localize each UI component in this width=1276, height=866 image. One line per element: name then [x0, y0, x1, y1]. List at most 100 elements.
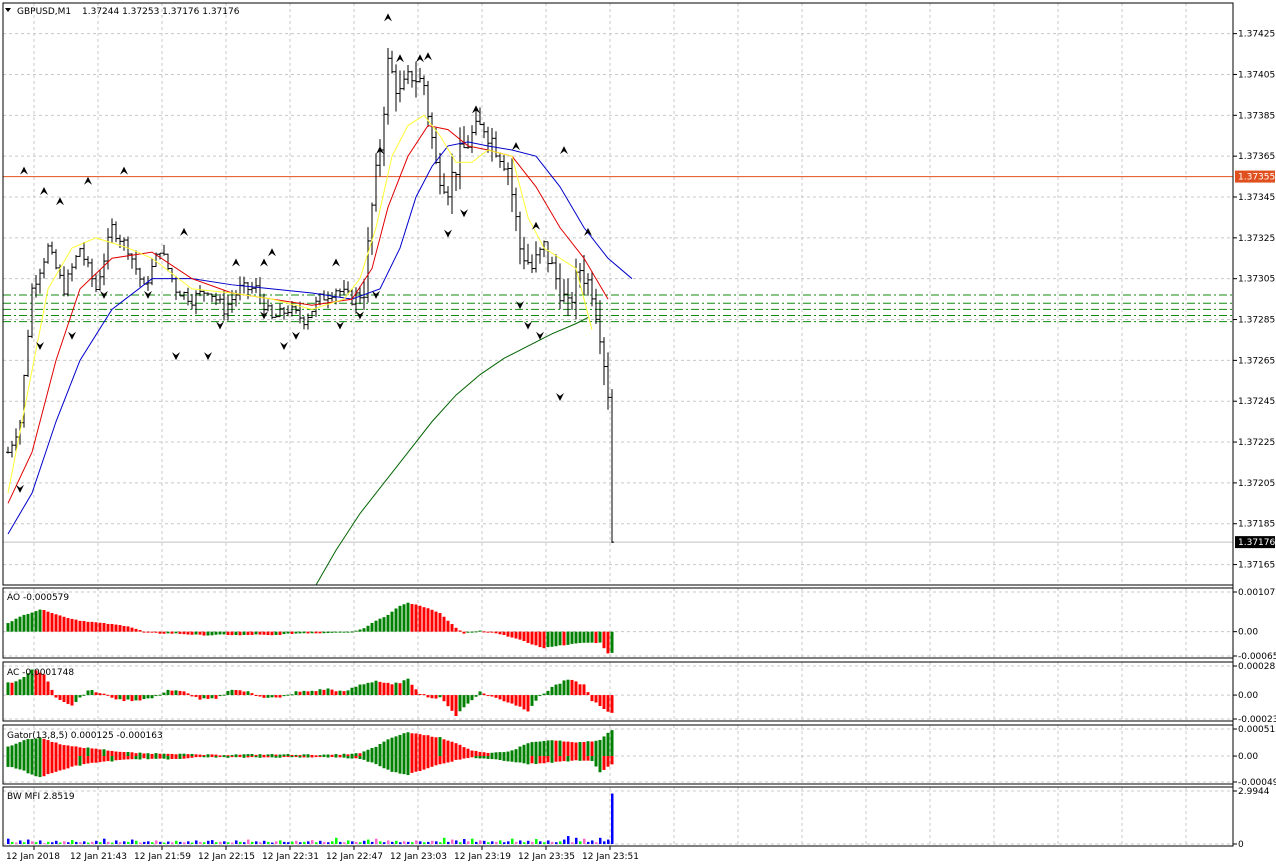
gator-upper-bar [310, 755, 314, 757]
gator-lower-bar [590, 756, 594, 762]
gator-lower-bar [338, 756, 342, 758]
gator-upper-bar [82, 748, 86, 757]
ac-bar [510, 695, 514, 704]
chart-header: GBPUSD,M1 1.37244 1.37253 1.37176 1.3717… [5, 7, 240, 17]
gator-upper-bar [54, 742, 58, 757]
mfi-bar [447, 841, 450, 844]
gator-upper-bar [610, 730, 614, 757]
ao-bar [390, 611, 394, 632]
ac-bar [574, 681, 578, 696]
gator-upper-bar [546, 740, 550, 757]
mfi-bar [31, 841, 34, 844]
ac-bar [206, 695, 210, 699]
ac-bar [150, 695, 154, 699]
gator-upper-bar [62, 745, 66, 757]
ac-bar [310, 690, 314, 696]
gator-lower-bar [238, 756, 242, 758]
x-tick-label: 12 Jan 23:35 [518, 852, 575, 862]
ac-bar [22, 677, 26, 696]
ohlc-bar [74, 255, 78, 270]
ac-bar [354, 686, 358, 696]
gator-lower-bar [70, 756, 74, 767]
ac-bar [406, 678, 410, 696]
mfi-bar [423, 842, 426, 844]
gator-lower-bar [482, 756, 486, 759]
gator-lower-bar [50, 756, 54, 774]
ao-bar [58, 615, 62, 632]
ohlc-bar [250, 281, 254, 294]
mfi-bar [35, 842, 38, 844]
ao-bar [490, 631, 494, 633]
price-chart[interactable]: 1.37425 1.37405 1.37385 1.37365 1.37345 1.373… [0, 0, 1276, 866]
gator-lower-bar [202, 756, 206, 758]
y-tick-label: 1.37185 [1238, 520, 1275, 530]
gator-lower-bar [414, 756, 418, 772]
fractal-down-icon [292, 331, 300, 340]
gator-lower-bar [470, 756, 474, 758]
ao-bar [114, 624, 118, 632]
mfi-bar [555, 842, 558, 844]
ao-bar [218, 631, 222, 635]
ohlc-bar [238, 276, 242, 301]
gator-upper-bar [274, 754, 278, 757]
ind-y-tick-label: 0.001072 [1238, 588, 1276, 598]
gator-lower-bar [490, 756, 494, 760]
ao-bar [438, 613, 442, 632]
gator-upper-bar [302, 754, 306, 757]
last-price-label: 1.37176 [1238, 538, 1275, 548]
gator-lower-bar [394, 756, 398, 773]
ao-bar [70, 618, 74, 632]
panel-frame-mfi [2, 786, 1234, 847]
gator-upper-bar [222, 755, 226, 757]
mfi-bar [439, 842, 442, 844]
ao-bar [566, 631, 570, 645]
gator-lower-bar [22, 756, 26, 771]
mfi-bar [275, 841, 278, 844]
gator-lower-bar [62, 756, 66, 770]
ao-bar [430, 609, 434, 632]
ao-bar [62, 616, 66, 632]
ao-bar [426, 608, 430, 632]
ohlc-bar [566, 278, 570, 317]
gator-upper-bar [542, 741, 546, 757]
ao-bar [418, 605, 422, 632]
ac-bar [98, 693, 102, 696]
mfi-bar [215, 842, 218, 844]
gator-lower-bar [498, 756, 502, 761]
ohlc-bar [450, 153, 454, 215]
dropdown-triangle-icon[interactable] [5, 8, 11, 12]
gator-upper-bar [474, 750, 478, 757]
ao-bar [542, 631, 546, 649]
mfi-bar [599, 837, 602, 844]
gator-lower-bar [290, 756, 294, 758]
gator-upper-bar [318, 755, 322, 757]
mfi-bar [15, 842, 18, 844]
mfi-bar [339, 841, 342, 844]
ohlc-bar [402, 70, 406, 91]
gator-upper-bar [422, 735, 426, 757]
ac-bar [222, 694, 226, 696]
gator-lower-bar [18, 756, 22, 770]
mfi-bar [47, 841, 50, 844]
ohlc-bar [266, 299, 270, 312]
ac-bar [506, 695, 510, 703]
mfi-bar [323, 841, 326, 844]
gator-upper-bar [86, 747, 90, 757]
ohlc-bar [258, 277, 262, 305]
fractal-down-icon [204, 352, 212, 361]
symbol-timeframe: GBPUSD,M1 [17, 7, 71, 17]
gator-upper-bar [534, 741, 538, 757]
gator-lower-bar [14, 756, 18, 769]
gator-lower-bar [138, 756, 142, 760]
gator-upper-bar [574, 742, 578, 757]
gator-lower-bar [410, 756, 414, 773]
mfi-bar [367, 839, 370, 844]
gator-lower-bar [34, 756, 38, 777]
main-chart-panel[interactable] [3, 13, 1233, 586]
ac-bar [374, 680, 378, 696]
mfi-bar [543, 842, 546, 844]
ac-bar [282, 695, 286, 697]
fractal-down-icon [216, 321, 224, 330]
gator-upper-bar [114, 751, 118, 757]
ao-bar [214, 631, 218, 635]
